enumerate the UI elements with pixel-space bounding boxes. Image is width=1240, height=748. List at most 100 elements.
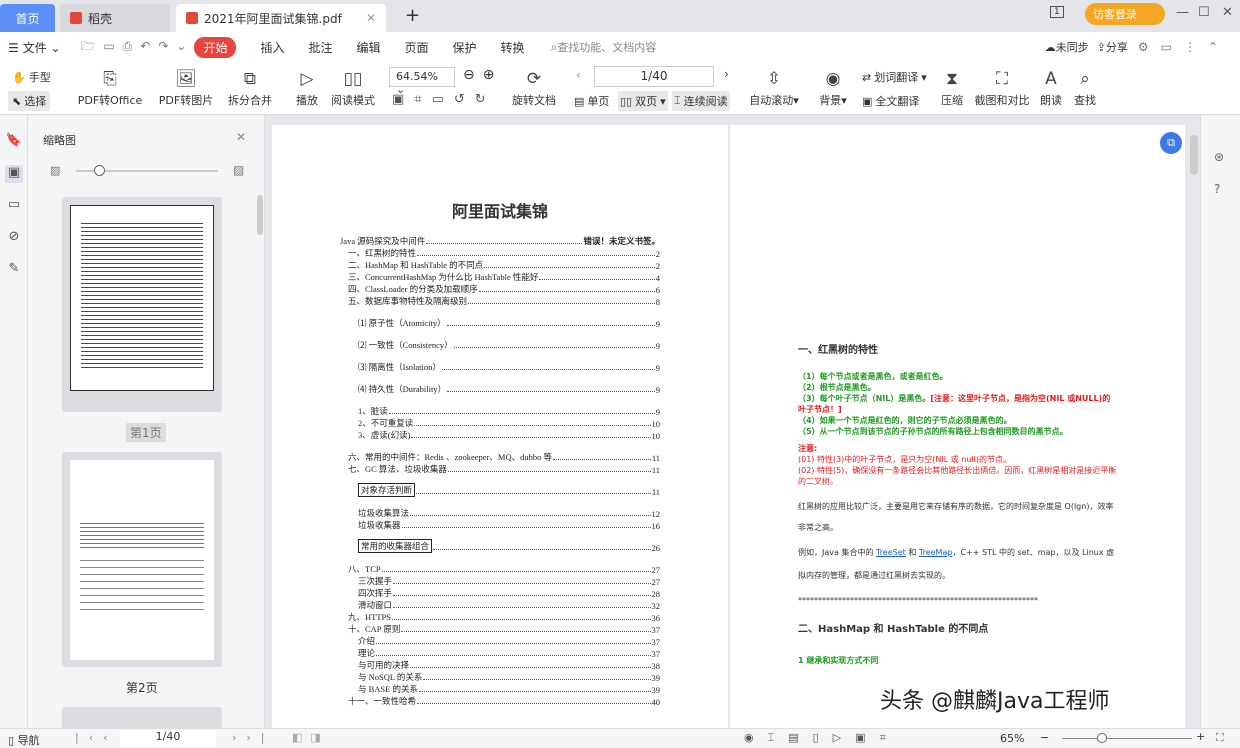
- single-page-button[interactable]: ▤ 单页: [574, 93, 609, 109]
- page-indicator[interactable]: 1: [1050, 6, 1064, 18]
- toc-entry[interactable]: 3、虚读(幻读) 10: [340, 429, 660, 441]
- menu-page[interactable]: 页面: [405, 39, 429, 56]
- toc-entry[interactable]: 滑动窗口 32: [340, 599, 660, 611]
- toc-entry[interactable]: 二、HashMap 和 HashTable 的不同点 2: [340, 259, 660, 271]
- zoom-buttons[interactable]: ⊖⊕: [463, 67, 502, 83]
- full-translate-button[interactable]: ▣ 全文翻译: [862, 93, 919, 109]
- zoom-slider[interactable]: [1062, 733, 1192, 743]
- pdf-to-image-button[interactable]: 🖼 PDF转图片: [156, 66, 216, 108]
- toc-entry[interactable]: Java 源码探究及中间件 错误！未定义书签。: [340, 235, 660, 247]
- prev-page-button[interactable]: ‹: [576, 68, 581, 82]
- toc-entry[interactable]: 八、TCP 27: [340, 563, 660, 575]
- attachment-icon[interactable]: ⊘: [5, 229, 23, 247]
- help-icon[interactable]: ?: [1214, 182, 1220, 196]
- toc-entry[interactable]: 十、CAP 原则 37: [340, 623, 660, 635]
- toc-entry[interactable]: 六、常用的中间件：Redis 、zookeeper、MQ、dubbo 等 11: [340, 451, 660, 463]
- scrollbar[interactable]: [1190, 135, 1198, 175]
- toc-entry[interactable]: 十一、一致性哈希 40: [340, 695, 660, 707]
- toc-entry[interactable]: 垃圾收集算法 12: [340, 507, 660, 519]
- find-button[interactable]: ⌕ 查找: [1070, 66, 1100, 108]
- minimize-button[interactable]: —: [1176, 5, 1189, 20]
- auto-scroll-button[interactable]: ⇳ 自动滚动▾: [746, 66, 802, 108]
- view-mode-buttons[interactable]: ◉⌶▤▯▷▣⌗: [744, 731, 900, 745]
- first-prev-buttons[interactable]: |‹‹: [75, 731, 118, 744]
- tab-daoke[interactable]: 稻壳: [60, 4, 170, 32]
- tab-home[interactable]: 首页: [0, 4, 55, 32]
- menu-protect[interactable]: 保护: [453, 39, 477, 56]
- share-button[interactable]: ⇪分享: [1097, 39, 1128, 55]
- read-aloud-button[interactable]: A 朗读: [1036, 66, 1066, 108]
- toc-entry[interactable]: 2、不可重复读 10: [340, 417, 660, 429]
- toc-entry[interactable]: 介绍 37: [340, 635, 660, 647]
- toc-entry[interactable]: 九、HTTPS 36: [340, 611, 660, 623]
- search-input[interactable]: 查找功能、文档内容: [557, 39, 656, 55]
- sync-button[interactable]: ☁未同步: [1045, 39, 1089, 55]
- new-tab-button[interactable]: +: [405, 5, 420, 26]
- menu-annotate[interactable]: 批注: [308, 39, 332, 56]
- toc-entry[interactable]: 垃圾收集器 16: [340, 519, 660, 531]
- read-mode-button[interactable]: ▯▯ 阅读模式: [330, 66, 376, 108]
- screenshot-compare-button[interactable]: ⛶ 截图和对比: [972, 66, 1032, 108]
- maximize-button[interactable]: ☐: [1198, 5, 1210, 20]
- fit-rotate-icons[interactable]: ▣⌗▭↺↻: [392, 92, 496, 107]
- menu-convert[interactable]: 转换: [501, 39, 525, 56]
- thumbnail-page-2[interactable]: [62, 452, 222, 667]
- bookmark-icon[interactable]: 🔖: [5, 133, 23, 151]
- toc-entry[interactable]: 三次握手 27: [340, 575, 660, 587]
- toc-entry[interactable]: 五、数据库事物特性及隔离级别 8: [340, 295, 660, 307]
- login-button[interactable]: 访客登录: [1085, 3, 1165, 25]
- toc-entry[interactable]: ⑷ 持久性（Durability） 9: [340, 383, 660, 395]
- word-translate-button[interactable]: ⇄ 划词翻译 ▾: [862, 69, 927, 85]
- float-tool-icon[interactable]: ⧉: [1160, 132, 1182, 154]
- toc-entry[interactable]: ⑵ 一致性（Consistency） 9: [340, 339, 660, 351]
- toc-entry[interactable]: 四、ClassLoader 的分类及加载顺序 6: [340, 283, 660, 295]
- double-page-button[interactable]: ▯▯ 双页 ▾: [618, 91, 668, 111]
- menu-insert[interactable]: 插入: [260, 39, 284, 56]
- tab-document[interactable]: 2021年阿里面试集锦.pdf ✕: [176, 4, 386, 32]
- hand-tool[interactable]: ✋ 手型: [12, 69, 51, 85]
- zoom-in-button[interactable]: +: [1196, 730, 1205, 743]
- treemap-link[interactable]: TreeMap: [919, 548, 953, 557]
- toc-entry[interactable]: 1、脏读 9: [340, 405, 660, 417]
- toc-entry[interactable]: ⑴ 原子性（Atomicity） 9: [340, 317, 660, 329]
- signature-icon[interactable]: ✎: [5, 261, 23, 279]
- toc-entry[interactable]: 与可用的决择 38: [340, 659, 660, 671]
- close-panel-button[interactable]: ✕: [236, 130, 246, 144]
- split-merge-button[interactable]: ⧉ 拆分合并: [222, 66, 278, 108]
- status-page-input[interactable]: 1/40: [120, 730, 216, 747]
- thumbnail-page-1[interactable]: [62, 197, 222, 412]
- scrollbar[interactable]: [257, 195, 263, 235]
- settings-icons[interactable]: ⚙▭⋮⌃: [1138, 40, 1230, 54]
- toc-entry[interactable]: 三、ConcurrentHashMap 为什么比 HashTable 性能好 4: [340, 271, 660, 283]
- pdf-to-office-button[interactable]: ⎘ PDF转Office: [74, 66, 146, 108]
- close-icon[interactable]: ✕: [366, 11, 376, 25]
- close-window-button[interactable]: ✕: [1222, 5, 1233, 20]
- next-page-button[interactable]: ›: [724, 67, 729, 81]
- play-button[interactable]: ▷ 播放: [290, 66, 324, 108]
- toc-entry[interactable]: 四次挥手 28: [340, 587, 660, 599]
- background-button[interactable]: ◉ 背景▾: [815, 66, 851, 108]
- property-icon[interactable]: ⊛: [1214, 150, 1224, 164]
- page-input[interactable]: 1/40: [594, 66, 714, 87]
- toc-entry[interactable]: ⑶ 隔离性（Isolation） 9: [340, 361, 660, 373]
- toc-entry[interactable]: 理论 37: [340, 647, 660, 659]
- zoom-out-button[interactable]: −: [1040, 731, 1049, 744]
- menu-start[interactable]: 开始: [194, 36, 237, 58]
- menu-edit[interactable]: 编辑: [357, 39, 381, 56]
- navigation-button[interactable]: ▯ 导航: [8, 732, 40, 748]
- comment-icon[interactable]: ▭: [5, 197, 23, 215]
- toc-entry[interactable]: 常用的收集器组合 26: [340, 539, 660, 553]
- continuous-button[interactable]: ⌶ 连续阅读: [672, 91, 730, 111]
- treeset-link[interactable]: TreeSet: [876, 548, 906, 557]
- zoom-select[interactable]: 64.54% ⌄: [389, 67, 455, 96]
- history-buttons[interactable]: ◧◨: [292, 731, 329, 744]
- status-zoom[interactable]: 65%: [1000, 732, 1024, 745]
- toc-entry[interactable]: 与 BASE 的关系 39: [340, 683, 660, 695]
- compress-button[interactable]: ⧗ 压缩: [936, 66, 968, 108]
- thumbnail-size-slider[interactable]: [76, 165, 218, 176]
- toc-entry[interactable]: 与 NoSQL 的关系 39: [340, 671, 660, 683]
- toc-entry[interactable]: 对象存活判断 11: [340, 483, 660, 497]
- next-last-buttons[interactable]: ››|: [232, 731, 275, 744]
- quick-access-icons[interactable]: 🗁▭⎙↶↷⌄: [80, 37, 194, 58]
- select-tool[interactable]: ⬉ 选择: [8, 91, 51, 111]
